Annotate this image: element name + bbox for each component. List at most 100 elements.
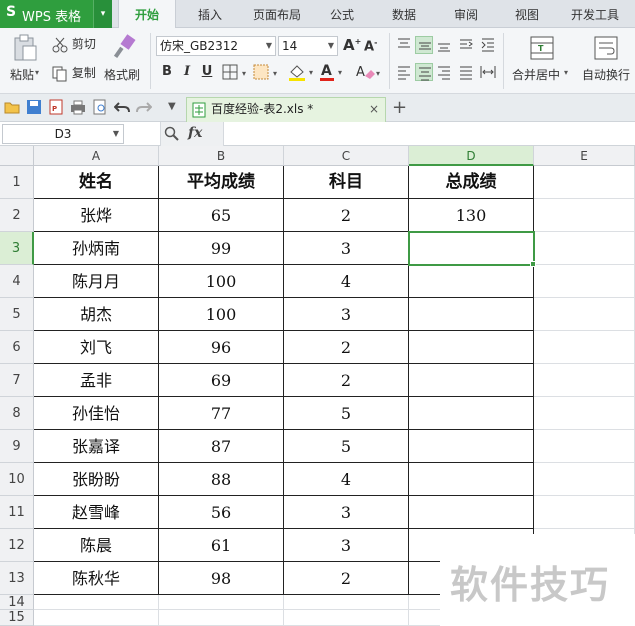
table-cell[interactable]: 刘飞 (34, 331, 159, 364)
customize-toolbar-icon[interactable]: ▼ (168, 101, 176, 112)
table-cell[interactable]: 胡杰 (34, 298, 159, 331)
table-cell[interactable]: 56 (159, 496, 284, 529)
copy-button[interactable]: 复制 (52, 64, 96, 82)
table-cell[interactable] (159, 610, 284, 626)
table-cell[interactable] (534, 166, 635, 199)
table-cell[interactable]: 69 (159, 364, 284, 397)
increase-font-icon[interactable]: A+ (343, 36, 361, 54)
decrease-font-icon[interactable]: A- (364, 38, 377, 54)
wrap-text-button[interactable]: 自动换行 (578, 32, 634, 90)
table-cell[interactable] (409, 265, 534, 298)
table-cell[interactable]: 5 (284, 397, 409, 430)
tab-home[interactable]: 开始 (118, 0, 176, 29)
table-cell[interactable] (409, 364, 534, 397)
table-cell[interactable] (284, 610, 409, 626)
table-cell[interactable] (534, 232, 635, 265)
print-icon[interactable] (70, 99, 86, 115)
table-cell[interactable]: 65 (159, 199, 284, 232)
clear-format-icon[interactable]: A ▾ (355, 62, 383, 82)
table-header-cell[interactable]: 科目 (284, 166, 409, 199)
table-cell[interactable]: 96 (159, 331, 284, 364)
zoom-icon[interactable] (164, 126, 180, 142)
tab-developer[interactable]: 开发工具 (560, 0, 630, 28)
table-cell[interactable] (534, 463, 635, 496)
tab-data[interactable]: 数据 (374, 0, 434, 28)
table-cell[interactable]: 2 (284, 331, 409, 364)
table-cell[interactable] (34, 610, 159, 626)
format-painter-button[interactable]: 格式刷 (102, 32, 146, 90)
table-cell[interactable] (534, 265, 635, 298)
table-header-cell[interactable]: 姓名 (34, 166, 159, 199)
table-cell[interactable]: 5 (284, 430, 409, 463)
row-header-9[interactable]: 9 (0, 430, 34, 463)
column-header-b[interactable]: B (159, 146, 284, 166)
row-header-8[interactable]: 8 (0, 397, 34, 430)
row-header-3[interactable]: 3 (0, 232, 34, 265)
tab-review[interactable]: 审阅 (437, 0, 495, 28)
table-cell[interactable]: 88 (159, 463, 284, 496)
table-cell[interactable]: 100 (159, 265, 284, 298)
row-header-2[interactable]: 2 (0, 199, 34, 232)
table-cell[interactable]: 4 (284, 463, 409, 496)
chevron-down-icon[interactable]: ▾ (35, 68, 39, 77)
document-tab[interactable]: 百度经验-表2.xls * × (186, 97, 386, 122)
table-header-cell[interactable]: 平均成绩 (159, 166, 284, 199)
table-cell[interactable] (409, 430, 534, 463)
borders-icon[interactable]: ▾ (222, 64, 252, 80)
row-header-7[interactable]: 7 (0, 364, 34, 397)
table-cell[interactable] (534, 298, 635, 331)
redo-icon[interactable] (136, 99, 152, 115)
row-header-11[interactable]: 11 (0, 496, 34, 529)
align-left-icon[interactable] (395, 63, 413, 81)
table-cell[interactable]: 98 (159, 562, 284, 595)
table-cell[interactable]: 2 (284, 562, 409, 595)
distributed-align-icon[interactable] (479, 63, 497, 81)
column-header-d[interactable]: D (409, 146, 534, 166)
table-cell[interactable]: 100 (159, 298, 284, 331)
row-header-1[interactable]: 1 (0, 166, 34, 199)
print-preview-icon[interactable] (92, 99, 108, 115)
cut-button[interactable]: 剪切 (52, 35, 96, 53)
table-cell[interactable]: 3 (284, 232, 409, 265)
paste-button[interactable]: 粘贴 ▾ (6, 32, 46, 90)
chevron-down-icon[interactable]: ▾ (564, 68, 568, 77)
table-cell[interactable] (409, 298, 534, 331)
table-cell[interactable] (534, 331, 635, 364)
table-cell[interactable]: 陈月月 (34, 265, 159, 298)
align-bottom-icon[interactable] (435, 36, 453, 54)
table-cell[interactable]: 3 (284, 529, 409, 562)
save-icon[interactable] (26, 99, 42, 115)
table-cell[interactable] (534, 364, 635, 397)
table-cell[interactable]: 张盼盼 (34, 463, 159, 496)
table-cell[interactable]: 87 (159, 430, 284, 463)
row-header-13[interactable]: 13 (0, 562, 34, 595)
fill-color-icon[interactable]: ▾ (287, 62, 319, 82)
font-size-select[interactable]: 14 ▼ (278, 36, 338, 56)
column-header-a[interactable]: A (34, 146, 159, 166)
close-icon[interactable]: × (369, 98, 379, 121)
align-middle-icon[interactable] (415, 36, 433, 54)
column-header-c[interactable]: C (284, 146, 409, 166)
tab-formulas[interactable]: 公式 (314, 0, 370, 28)
tab-insert[interactable]: 插入 (180, 0, 240, 28)
new-tab-icon[interactable]: + (392, 97, 407, 118)
select-all-corner[interactable] (0, 146, 34, 166)
table-cell[interactable]: 孟非 (34, 364, 159, 397)
table-cell[interactable]: 3 (284, 496, 409, 529)
indent-icon[interactable] (479, 36, 497, 54)
row-header-5[interactable]: 5 (0, 298, 34, 331)
undo-icon[interactable] (114, 99, 130, 115)
text-direction-icon[interactable] (457, 36, 475, 54)
formula-input[interactable] (226, 123, 631, 145)
fill-handle[interactable] (530, 261, 536, 267)
name-box[interactable]: D3 ▼ (2, 124, 124, 144)
table-cell[interactable]: 77 (159, 397, 284, 430)
align-right-icon[interactable] (435, 63, 453, 81)
align-top-icon[interactable] (395, 36, 413, 54)
table-cell[interactable]: 赵雪峰 (34, 496, 159, 529)
bold-button[interactable]: B (158, 63, 176, 81)
italic-button[interactable]: I (178, 63, 196, 81)
table-cell[interactable] (409, 496, 534, 529)
table-cell[interactable] (534, 430, 635, 463)
table-cell[interactable]: 2 (284, 199, 409, 232)
